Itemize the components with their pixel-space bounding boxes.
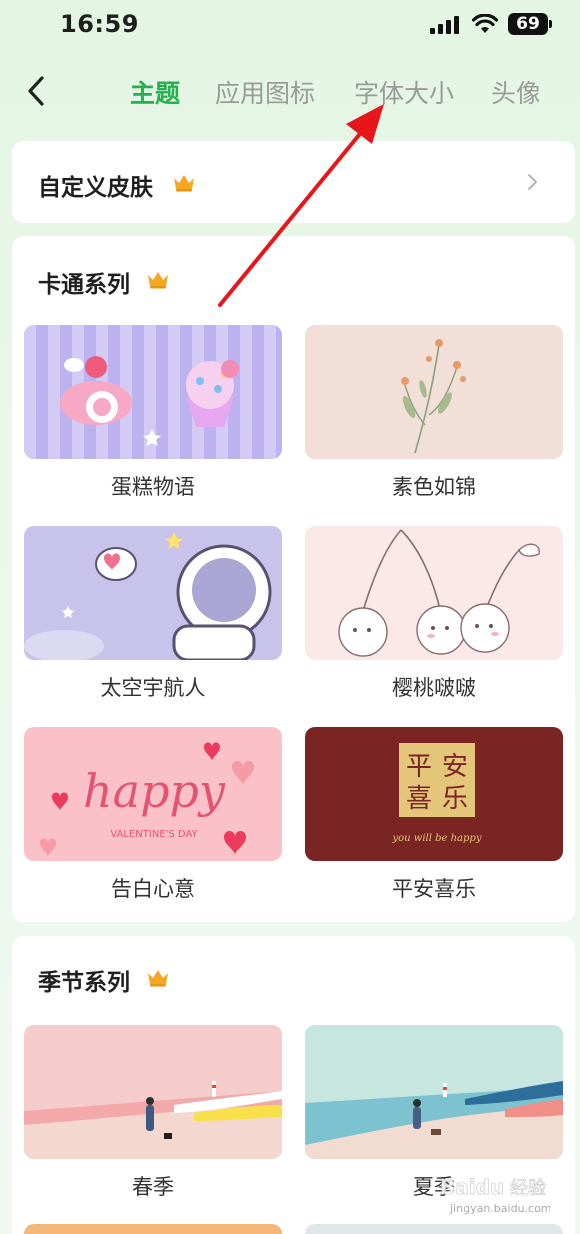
wifi-icon [472, 14, 498, 33]
baidu-watermark: Baidu 经验 jingyan.baidu.com [440, 1166, 552, 1226]
theme-thumbnail [305, 526, 563, 660]
theme-card-astronaut[interactable]: 太空宇航人 [24, 526, 282, 702]
tab-font-size[interactable]: 字体大小 [354, 74, 454, 110]
tab-theme[interactable]: 主题 [130, 74, 180, 110]
art-char-3: 喜 [406, 784, 432, 814]
signal-icon [430, 16, 459, 34]
watermark-brand: Baidu [440, 1175, 504, 1199]
theme-label: 樱桃啵啵 [392, 676, 476, 700]
theme-card-peace-joy[interactable]: 平 安 喜 乐 you will be happy 平安喜乐 [305, 727, 563, 903]
cartoon-series-section: 卡通系列 蛋糕物语 素色如锦 太空宇航人 樱桃啵啵 happy VALENTIN… [12, 236, 575, 922]
section-title: 卡通系列 [38, 272, 130, 298]
battery-tip [549, 20, 552, 28]
battery-icon: 69 [508, 13, 548, 35]
art-valentine-text: VALENTINE'S DAY [110, 829, 198, 840]
theme-label: 平安喜乐 [392, 877, 476, 901]
custom-skin-title: 自定义皮肤 [38, 175, 153, 201]
tab-avatar[interactable]: 头像 [491, 74, 539, 110]
theme-label: 素色如锦 [392, 475, 476, 499]
theme-thumbnail: happy VALENTINE'S DAY [24, 727, 282, 861]
theme-thumbnail: 平 安 喜 乐 you will be happy [305, 727, 563, 861]
theme-thumbnail [24, 1025, 282, 1159]
art-happy-text: happy [83, 764, 226, 818]
theme-label: 春季 [132, 1175, 174, 1199]
tab-bar: 主题 应用图标 字体大小 头像 [0, 70, 580, 110]
crown-icon [148, 272, 168, 289]
watermark-url: jingyan.baidu.com [449, 1202, 550, 1215]
theme-label: 太空宇航人 [100, 676, 206, 700]
theme-thumbnail [24, 526, 282, 660]
crown-icon [148, 970, 168, 987]
art-char-2: 安 [442, 752, 468, 782]
art-char-4: 乐 [442, 784, 468, 814]
theme-card-peek[interactable] [24, 1224, 282, 1234]
theme-card-confession[interactable]: happy VALENTINE'S DAY 告白心意 [24, 727, 282, 903]
section-title: 季节系列 [38, 970, 130, 996]
theme-thumbnail [24, 325, 282, 459]
theme-label: 告白心意 [111, 877, 195, 901]
watermark-label: 经验 [510, 1178, 546, 1199]
status-time: 16:59 [60, 10, 139, 38]
status-bar: 16:59 69 [0, 0, 580, 52]
theme-thumbnail [305, 325, 563, 459]
chevron-right-icon [528, 174, 537, 190]
theme-card-plain-brocade[interactable]: 素色如锦 [305, 325, 563, 501]
tab-app-icons[interactable]: 应用图标 [215, 74, 315, 110]
crown-icon [174, 175, 194, 192]
theme-card-cake-story[interactable]: 蛋糕物语 [24, 325, 282, 501]
theme-thumbnail [305, 1025, 563, 1159]
art-char-1: 平 [406, 752, 432, 782]
theme-card-spring[interactable]: 春季 [24, 1025, 282, 1201]
theme-card-cherry-bobo[interactable]: 樱桃啵啵 [305, 526, 563, 702]
theme-label: 蛋糕物语 [111, 475, 195, 499]
custom-skin-card[interactable]: 自定义皮肤 [12, 141, 575, 223]
art-happy-line: you will be happy [392, 833, 482, 844]
